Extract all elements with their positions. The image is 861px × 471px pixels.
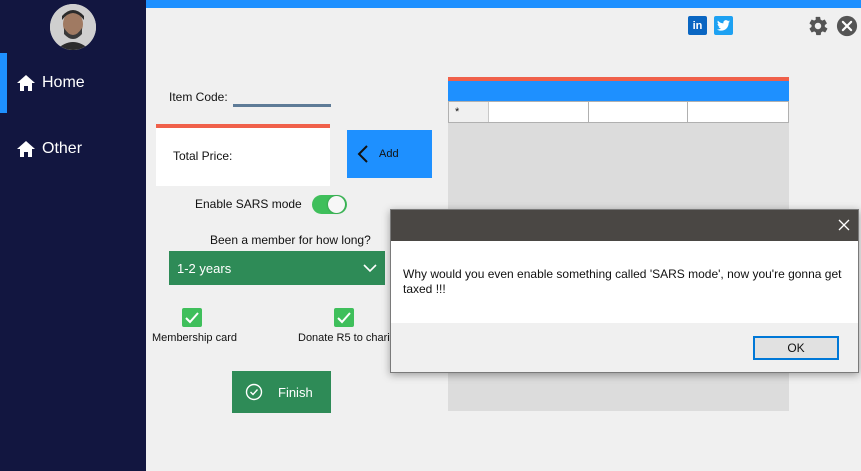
sidebar-item-other[interactable]: Other (0, 119, 146, 179)
gear-icon[interactable] (807, 15, 829, 37)
close-icon[interactable] (836, 15, 858, 37)
chevron-left-icon (357, 145, 368, 163)
active-indicator (0, 53, 7, 113)
check-circle-icon (245, 383, 263, 401)
dialog-message: Why would you even enable something call… (403, 267, 842, 296)
sidebar-item-home[interactable]: Home (0, 53, 146, 113)
sidebar-item-label: Other (42, 140, 83, 157)
grid-new-row[interactable]: * (448, 101, 789, 123)
linkedin-icon[interactable]: in (688, 16, 707, 35)
finish-button[interactable]: Finish (232, 371, 331, 413)
item-code-label: Item Code: (169, 90, 228, 104)
item-code-input[interactable] (233, 88, 331, 107)
dialog-close-button[interactable] (833, 214, 855, 236)
membership-card-label: Membership card (152, 332, 237, 344)
add-button-label: Add (379, 148, 399, 160)
top-accent-bar (146, 0, 861, 8)
dialog-titlebar[interactable] (391, 210, 858, 241)
sars-mode-label: Enable SARS mode (195, 197, 302, 211)
member-duration-question: Been a member for how long? (210, 233, 371, 247)
home-icon (17, 75, 35, 91)
avatar (50, 4, 96, 50)
toggle-knob (328, 196, 345, 213)
sidebar-item-label: Home (42, 74, 85, 91)
finish-button-label: Finish (278, 384, 313, 400)
home-icon (17, 141, 35, 157)
grid-cell[interactable] (489, 102, 589, 122)
close-icon (838, 219, 850, 231)
membership-card-checkbox[interactable] (182, 308, 202, 327)
grid-cell[interactable] (589, 102, 689, 122)
donate-checkbox[interactable] (334, 308, 354, 327)
row-header: * (449, 102, 489, 122)
donate-label: Donate R5 to charit (298, 332, 393, 344)
twitter-bird-glyph (717, 20, 730, 31)
member-duration-select[interactable]: 1-2 years (169, 251, 385, 285)
grid-cell[interactable] (688, 102, 788, 122)
checkmark-icon (185, 311, 199, 323)
chevron-down-icon (363, 264, 377, 273)
grid-column-header (448, 81, 789, 101)
ok-button[interactable]: OK (753, 336, 839, 360)
checkmark-icon (337, 311, 351, 323)
add-button[interactable]: Add (347, 130, 432, 178)
member-duration-value: 1-2 years (177, 260, 232, 276)
twitter-icon[interactable] (714, 16, 733, 35)
total-price-label: Total Price: (173, 149, 233, 163)
